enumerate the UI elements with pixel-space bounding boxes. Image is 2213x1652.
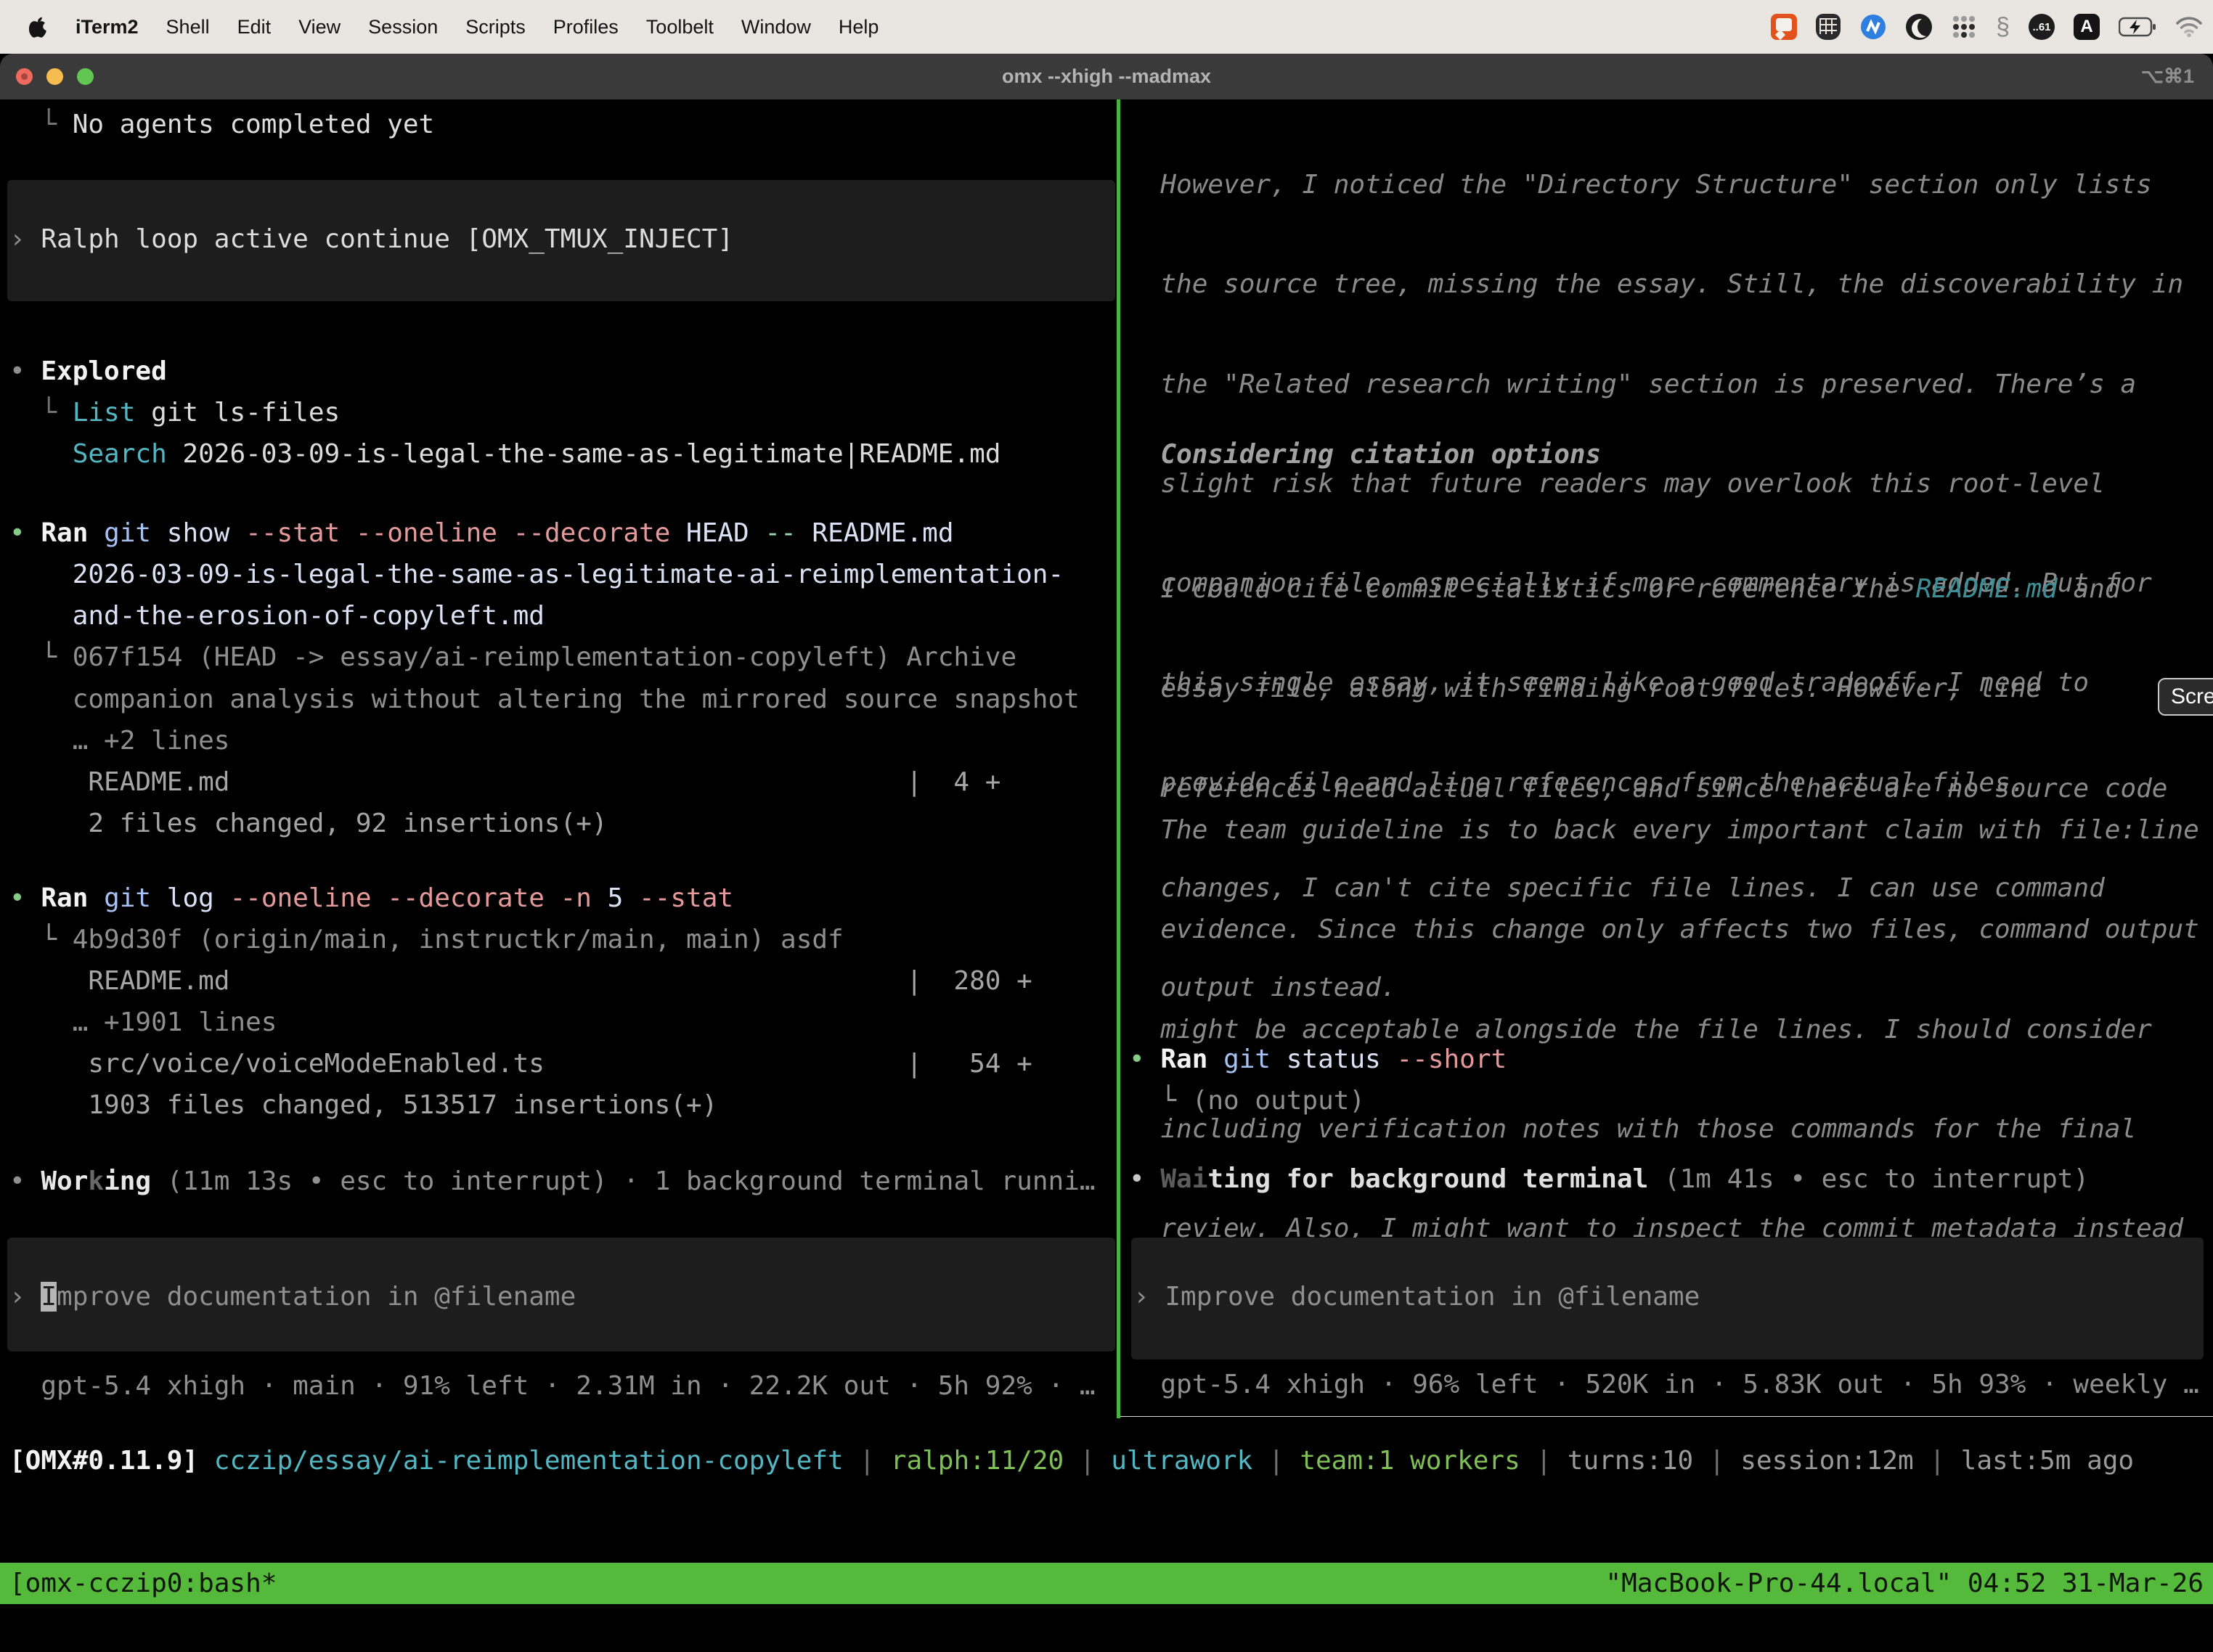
git-show-stat: README.md | 4 + — [9, 768, 1000, 797]
grid-shield-icon[interactable] — [1816, 14, 1841, 40]
menu-bar: iTerm2 Shell Edit View Session Scripts P… — [0, 0, 2213, 54]
inject-input-box[interactable]: › Ralph loop active continue [OMX_TMUX_I… — [7, 180, 1115, 301]
cmd-git-log: • Ran git log --oneline --decorate -n 5 … — [9, 884, 733, 913]
readme-link[interactable]: README.md — [1916, 574, 2058, 604]
explored-search-line: Search 2026-03-09-is-legal-the-same-as-l… — [9, 440, 1000, 469]
omx-session: session:12m — [1740, 1446, 1913, 1476]
menu-item-toolbelt[interactable]: Toolbelt — [646, 16, 714, 38]
tmux-session-name[interactable]: [omx-cczip0:bash* — [9, 1563, 277, 1604]
reasoning-heading: Considering citation options — [1129, 441, 1601, 470]
menu-item-view[interactable]: View — [298, 16, 341, 38]
window-title: omx --xhigh --madmax — [0, 54, 2213, 99]
cmd-git-show: • Ran git show --stat --oneline --decora… — [9, 519, 954, 548]
menu-item-edit[interactable]: Edit — [237, 16, 272, 38]
omx-branch-path: cczip/essay/ai-reimplementation-copyleft — [198, 1446, 844, 1476]
git-show-output: … +2 lines — [9, 727, 229, 756]
git-show-stat: 2 files changed, 92 insertions(+) — [9, 809, 608, 838]
cmd-git-show-wrap: and-the-erosion-of-copyleft.md — [9, 602, 545, 631]
omx-status-bar: [OMX#0.11.9] cczip/essay/ai-reimplementa… — [9, 1447, 2134, 1476]
cmd-git-status: • Ran git status --short — [1129, 1045, 1507, 1074]
menu-status-icons: § ..61 A — [1771, 0, 2203, 54]
terminal-pane-left[interactable]: └ No agents completed yet › Ralph loop a… — [0, 99, 1117, 1416]
agents-note: └ No agents completed yet — [9, 110, 434, 139]
menu-item-profiles[interactable]: Profiles — [553, 16, 619, 38]
omx-ralph-counter: ralph:11/20 — [891, 1446, 1064, 1476]
working-status-line: • Working (11m 13s • esc to interrupt) ·… — [9, 1167, 1096, 1196]
cmd-git-show-wrap: 2026-03-09-is-legal-the-same-as-legitima… — [9, 560, 1064, 589]
prompt-input-box[interactable]: › Improve documentation in @filename — [7, 1238, 1115, 1352]
menu-item-session[interactable]: Session — [368, 16, 438, 38]
dots-grid-icon[interactable] — [1951, 14, 1977, 40]
assistant-app-icon[interactable]: A — [2074, 14, 2100, 40]
menu-item-shell[interactable]: Shell — [166, 16, 210, 38]
battery-icon[interactable] — [2119, 16, 2156, 38]
git-log-stat: README.md | 280 + — [9, 967, 1032, 996]
omx-version: [OMX#0.11.9] — [9, 1446, 198, 1476]
battery-percent-icon[interactable]: ..61 — [2029, 14, 2055, 40]
crescent-icon[interactable] — [1906, 14, 1932, 40]
model-status-line: gpt-5.4 xhigh · 96% left · 520K in · 5.8… — [1129, 1370, 2199, 1399]
omx-team: team:1 workers — [1300, 1446, 1520, 1476]
messages-icon[interactable] — [1771, 14, 1797, 40]
omx-turns: turns:10 — [1568, 1446, 1693, 1476]
git-log-output: └ 4b9d30f (origin/main, instructkr/main,… — [9, 925, 844, 954]
nav-zigzag-icon[interactable] — [1859, 13, 1887, 41]
waiting-status-line: • Waiting for background terminal (1m 41… — [1129, 1165, 2089, 1194]
prompt-input-box[interactable]: › Improve documentation in @filename — [1131, 1238, 2204, 1359]
omx-mode: ultrawork — [1111, 1446, 1252, 1476]
git-show-output: └ 067f154 (HEAD -> essay/ai-reimplementa… — [9, 643, 1016, 672]
window-shortcut-badge: ⌥⌘1 — [2141, 54, 2194, 99]
window-titlebar[interactable]: omx --xhigh --madmax ⌥⌘1 — [0, 54, 2213, 99]
explored-header: • Explored — [9, 357, 167, 386]
explored-list-line: └ List git ls-files — [9, 398, 340, 428]
wifi-icon[interactable] — [2175, 16, 2203, 38]
git-log-stat: src/voice/voiceModeEnabled.ts | 54 + — [9, 1050, 1032, 1079]
apple-menu-icon[interactable] — [29, 16, 48, 38]
menu-item-scripts[interactable]: Scripts — [465, 16, 526, 38]
screen-overlay-tooltip: Scre — [2158, 678, 2213, 716]
model-status-line: gpt-5.4 xhigh · main · 91% left · 2.31M … — [9, 1372, 1096, 1401]
git-status-output: └ (no output) — [1129, 1087, 1365, 1116]
git-log-stat: 1903 files changed, 513517 insertions(+) — [9, 1091, 717, 1120]
tmux-status-bar: [omx-cczip0:bash* "MacBook-Pro-44.local"… — [0, 1563, 2213, 1604]
menu-item-iterm2[interactable]: iTerm2 — [76, 16, 139, 38]
text-cursor: I — [41, 1282, 57, 1312]
menu-item-window[interactable]: Window — [741, 16, 811, 38]
git-log-output: … +1901 lines — [9, 1008, 277, 1037]
menu-item-help[interactable]: Help — [839, 16, 879, 38]
git-show-output: companion analysis without altering the … — [9, 685, 1080, 714]
tmux-host-clock: "MacBook-Pro-44.local" 04:52 31-Mar-26 — [1605, 1563, 2204, 1604]
squiggle-icon[interactable]: § — [1996, 14, 2010, 40]
terminal-pane-right[interactable]: However, I noticed the "Directory Struct… — [1120, 99, 2213, 1416]
omx-last-activity: last:5m ago — [1961, 1446, 2134, 1476]
